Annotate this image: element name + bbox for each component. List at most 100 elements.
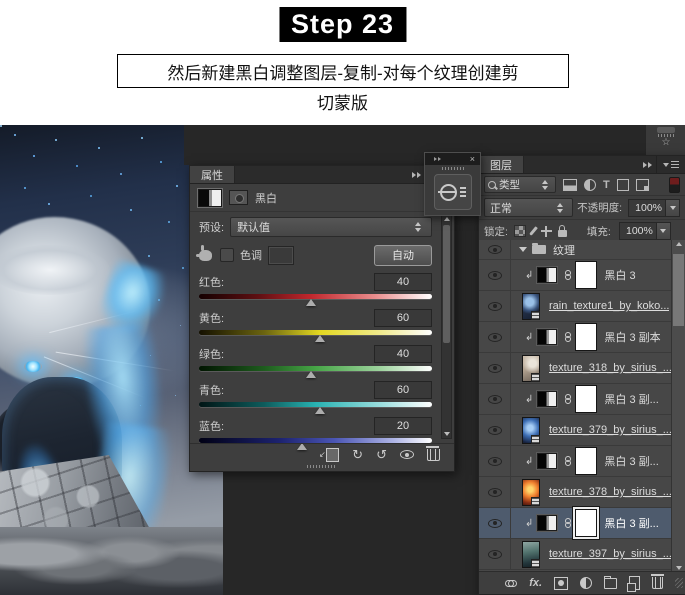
styles-star-icon[interactable]: ☆ — [646, 138, 685, 148]
tab-properties[interactable]: 属性 — [190, 166, 235, 183]
slider-track[interactable] — [199, 400, 432, 413]
layer-name[interactable]: 黑白 3 副... — [604, 453, 658, 469]
scrubby-hand-icon[interactable] — [199, 250, 212, 261]
visibility-eye-icon[interactable] — [488, 364, 502, 373]
properties-scrollbar[interactable] — [441, 214, 452, 439]
texture-thumbnail[interactable] — [522, 479, 540, 506]
mask-link-icon[interactable] — [565, 394, 571, 404]
type-filter-icon[interactable]: T — [603, 179, 610, 191]
adjustment-filter-icon[interactable] — [584, 179, 596, 191]
shape-filter-icon[interactable] — [617, 179, 629, 191]
texture-thumbnail[interactable] — [522, 417, 540, 444]
slider-track[interactable] — [199, 364, 432, 377]
mask-link-icon[interactable] — [565, 518, 571, 528]
slider-value-box[interactable]: 20 — [374, 417, 432, 435]
scroll-down-icon[interactable] — [676, 566, 682, 570]
visibility-eye-icon[interactable] — [488, 302, 502, 311]
layer-mask-thumbnail[interactable] — [575, 447, 597, 475]
adjustment-layer-icon[interactable] — [580, 577, 592, 589]
adjustment-layer-row[interactable]: ↳ 黑白 3 副... — [479, 384, 685, 415]
visibility-eye-icon[interactable] — [488, 245, 502, 254]
visibility-eye-icon[interactable] — [488, 426, 502, 435]
layer-mask-icon[interactable] — [229, 190, 248, 205]
mask-link-icon[interactable] — [565, 270, 571, 280]
visibility-cell[interactable] — [479, 291, 511, 321]
bw-adjustment-thumbnail[interactable] — [537, 329, 557, 345]
bw-adjustment-thumbnail[interactable] — [537, 267, 557, 283]
view-previous-state-icon[interactable]: ↻ — [352, 448, 363, 461]
bw-adjustment-thumbnail[interactable] — [537, 515, 557, 531]
visibility-cell[interactable] — [479, 508, 511, 538]
layer-name[interactable]: 黑白 3 副... — [604, 515, 658, 531]
visibility-eye-icon[interactable] — [488, 488, 502, 497]
slider-value-box[interactable]: 60 — [374, 309, 432, 327]
visibility-eye-icon[interactable] — [488, 550, 502, 559]
auto-button[interactable]: 自动 — [374, 245, 432, 266]
texture-layer-row[interactable]: texture_318_by_sirius_... — [479, 353, 685, 384]
layer-name[interactable]: texture_378_by_sirius_... — [549, 486, 672, 498]
clip-to-layer-icon[interactable] — [326, 448, 339, 462]
visibility-cell[interactable] — [479, 260, 511, 290]
slider-track[interactable] — [199, 328, 432, 341]
texture-layer-row[interactable]: rain_texture1_by_koko... — [479, 291, 685, 322]
lock-transparency-icon[interactable] — [514, 225, 526, 237]
properties-panel-icon[interactable] — [434, 174, 472, 210]
layer-name[interactable]: 黑白 3 副本 — [604, 329, 660, 345]
filter-toggle-switch[interactable] — [669, 177, 680, 193]
bw-adjustment-thumbnail[interactable] — [537, 453, 557, 469]
bw-adjustment-icon[interactable] — [198, 189, 222, 207]
visibility-cell[interactable] — [479, 384, 511, 414]
layer-mask-thumbnail[interactable] — [575, 261, 597, 289]
bw-adjustment-thumbnail[interactable] — [537, 391, 557, 407]
dock-grip[interactable] — [442, 167, 464, 170]
pixel-layer-filter-icon[interactable] — [563, 179, 577, 191]
visibility-cell[interactable] — [479, 446, 511, 476]
texture-layer-row[interactable]: texture_397_by_sirius_... — [479, 539, 685, 570]
blend-mode-select[interactable]: 正常 — [484, 198, 573, 217]
filter-type-select[interactable]: 类型 — [484, 176, 556, 193]
layer-name[interactable]: texture_397_by_sirius_... — [549, 548, 672, 560]
panel-resize-grip[interactable] — [307, 465, 337, 468]
delete-trash-icon[interactable] — [427, 449, 440, 461]
texture-thumbnail[interactable] — [522, 355, 540, 382]
scrollbar-thumb[interactable] — [673, 254, 684, 326]
slider-thumb[interactable] — [315, 335, 325, 342]
delete-layer-icon[interactable] — [652, 577, 663, 589]
collapse-panels-icon[interactable] — [430, 157, 445, 161]
link-layers-icon[interactable] — [505, 580, 517, 587]
layer-name[interactable]: texture_379_by_sirius_... — [549, 424, 672, 436]
panel-menu-icon[interactable] — [656, 156, 685, 173]
layer-mask-thumbnail[interactable] — [575, 323, 597, 351]
texture-thumbnail[interactable] — [522, 293, 540, 320]
slider-thumb[interactable] — [306, 299, 316, 306]
visibility-eye-icon[interactable] — [488, 519, 502, 528]
visibility-eye-icon[interactable] — [488, 333, 502, 342]
visibility-cell[interactable] — [479, 240, 511, 259]
adjustment-layer-row[interactable]: ↳ 黑白 3 副... — [479, 508, 685, 539]
layer-name[interactable]: 黑白 3 — [604, 267, 635, 283]
texture-layer-row[interactable]: texture_378_by_sirius_... — [479, 477, 685, 508]
opacity-value[interactable]: 100% — [628, 199, 666, 217]
new-layer-icon[interactable] — [629, 576, 640, 590]
slider-track[interactable] — [199, 292, 432, 305]
adjustment-layer-row[interactable]: ↳ 黑白 3 副... — [479, 446, 685, 477]
fill-value[interactable]: 100% — [619, 222, 657, 240]
lock-move-icon[interactable] — [541, 226, 552, 237]
smart-object-filter-icon[interactable] — [636, 179, 649, 191]
visibility-cell[interactable] — [479, 539, 511, 569]
panel-resize-grip[interactable] — [675, 578, 683, 588]
visibility-cell[interactable] — [479, 322, 511, 352]
mask-link-icon[interactable] — [565, 456, 571, 466]
expand-triangle-icon[interactable] — [519, 247, 527, 252]
visibility-eye-icon[interactable] — [488, 457, 502, 466]
tint-checkbox[interactable] — [220, 248, 234, 262]
add-mask-icon[interactable] — [554, 577, 568, 590]
collapse-panels-icon[interactable] — [639, 156, 656, 173]
layer-group-row[interactable]: 纹理 — [479, 240, 685, 260]
texture-thumbnail[interactable] — [522, 541, 540, 568]
tint-color-swatch[interactable] — [268, 246, 294, 265]
close-icon[interactable]: × — [470, 155, 475, 164]
visibility-cell[interactable] — [479, 477, 511, 507]
dropdown-arrow-icon[interactable] — [666, 199, 680, 217]
layer-mask-thumbnail[interactable] — [575, 509, 597, 537]
